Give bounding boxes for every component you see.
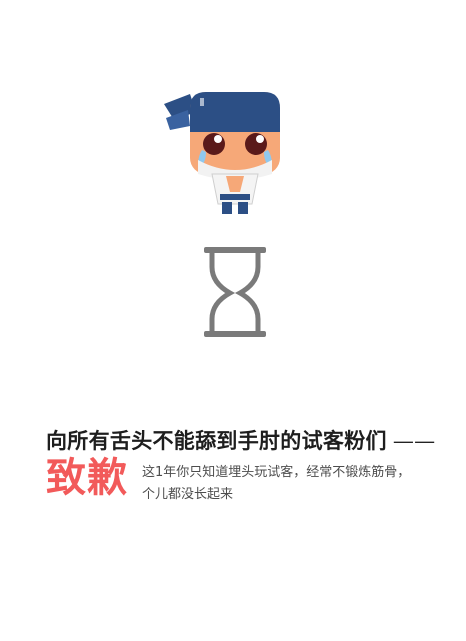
apology-title: 致歉: [46, 454, 128, 501]
detail-line-1: 这1年你只知道埋头玩试客，经常不锻炼筋骨，: [142, 465, 411, 480]
headline-text: 向所有舌头不能舔到手肘的试客粉们: [46, 428, 387, 453]
crying-ninja-mascot-icon: [164, 92, 280, 214]
detail-line-2: 个儿都没长起来: [142, 487, 234, 502]
apology-detail: 这1年你只知道埋头玩试客，经常不锻炼筋骨， 个儿都没长起来: [142, 462, 442, 506]
headline-dash: ——: [392, 429, 436, 453]
hourglass-icon: [204, 247, 266, 337]
apology-headline: 向所有舌头不能舔到手肘的试客粉们 ——: [46, 425, 435, 455]
